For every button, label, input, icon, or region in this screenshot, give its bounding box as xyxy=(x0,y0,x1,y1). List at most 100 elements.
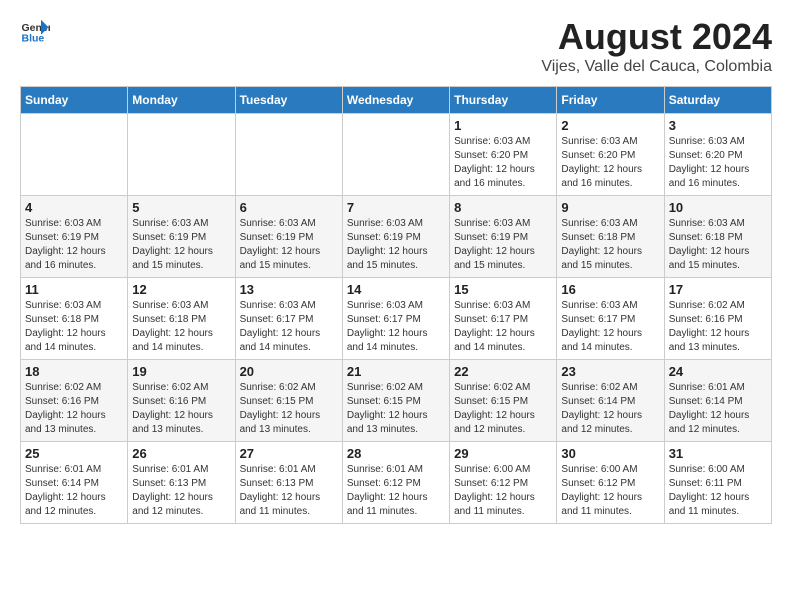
day-number: 17 xyxy=(669,282,767,297)
day-number: 13 xyxy=(240,282,338,297)
page-subtitle: Vijes, Valle del Cauca, Colombia xyxy=(541,58,772,76)
day-number: 12 xyxy=(132,282,230,297)
header-sunday: Sunday xyxy=(21,87,128,114)
day-info: Sunrise: 6:03 AM Sunset: 6:19 PM Dayligh… xyxy=(454,217,552,273)
day-number: 14 xyxy=(347,282,445,297)
calendar-cell: 11 Sunrise: 6:03 AM Sunset: 6:18 PM Dayli… xyxy=(21,278,128,360)
day-number: 22 xyxy=(454,364,552,379)
calendar-cell: 5 Sunrise: 6:03 AM Sunset: 6:19 PM Daylig… xyxy=(128,196,235,278)
day-info: Sunrise: 6:03 AM Sunset: 6:17 PM Dayligh… xyxy=(240,299,338,355)
day-number: 23 xyxy=(561,364,659,379)
day-number: 30 xyxy=(561,446,659,461)
day-number: 27 xyxy=(240,446,338,461)
calendar-cell xyxy=(21,114,128,196)
calendar-cell: 7Sunrise: 6:03 AM Sunset: 6:19 PM Daylig… xyxy=(342,196,449,278)
calendar-week-row: 4 Sunrise: 6:03 AM Sunset: 6:19 PM Daylig… xyxy=(21,196,772,278)
page-title: August 2024 xyxy=(541,16,772,58)
day-info: Sunrise: 6:03 AM Sunset: 6:20 PM Dayligh… xyxy=(669,135,767,191)
day-number: 29 xyxy=(454,446,552,461)
calendar-table: SundayMondayTuesdayWednesdayThursdayFrid… xyxy=(20,86,772,524)
day-info: Sunrise: 6:02 AM Sunset: 6:15 PM Dayligh… xyxy=(347,381,445,437)
calendar-cell: 17 Sunrise: 6:02 AM Sunset: 6:16 PM Dayli… xyxy=(664,278,771,360)
day-info: Sunrise: 6:02 AM Sunset: 6:16 PM Dayligh… xyxy=(669,299,767,355)
day-info: Sunrise: 6:03 AM Sunset: 6:19 PM Dayligh… xyxy=(25,217,123,273)
day-number: 24 xyxy=(669,364,767,379)
calendar-cell: 29 Sunrise: 6:00 AM Sunset: 6:12 PM Dayli… xyxy=(450,442,557,524)
calendar-cell: 31 Sunrise: 6:00 AM Sunset: 6:11 PM Dayli… xyxy=(664,442,771,524)
header-friday: Friday xyxy=(557,87,664,114)
day-info: Sunrise: 6:03 AM Sunset: 6:20 PM Dayligh… xyxy=(561,135,659,191)
header-saturday: Saturday xyxy=(664,87,771,114)
calendar-cell: 23 Sunrise: 6:02 AM Sunset: 6:14 PM Dayli… xyxy=(557,360,664,442)
calendar-week-row: 1 Sunrise: 6:03 AM Sunset: 6:20 PM Daylig… xyxy=(21,114,772,196)
calendar-cell: 1 Sunrise: 6:03 AM Sunset: 6:20 PM Daylig… xyxy=(450,114,557,196)
day-info: Sunrise: 6:03 AM Sunset: 6:17 PM Dayligh… xyxy=(561,299,659,355)
calendar-cell: 4 Sunrise: 6:03 AM Sunset: 6:19 PM Daylig… xyxy=(21,196,128,278)
calendar-cell: 13 Sunrise: 6:03 AM Sunset: 6:17 PM Dayli… xyxy=(235,278,342,360)
calendar-cell: 8 Sunrise: 6:03 AM Sunset: 6:19 PM Daylig… xyxy=(450,196,557,278)
title-area: August 2024 Vijes, Valle del Cauca, Colo… xyxy=(541,16,772,76)
calendar-cell xyxy=(342,114,449,196)
day-number: 1 xyxy=(454,118,552,133)
day-number: 8 xyxy=(454,200,552,215)
calendar-cell xyxy=(235,114,342,196)
day-number: 5 xyxy=(132,200,230,215)
day-number: 18 xyxy=(25,364,123,379)
calendar-week-row: 11 Sunrise: 6:03 AM Sunset: 6:18 PM Dayli… xyxy=(21,278,772,360)
day-number: 4 xyxy=(25,200,123,215)
day-info: Sunrise: 6:03 AM Sunset: 6:18 PM Dayligh… xyxy=(25,299,123,355)
day-info: Sunrise: 6:00 AM Sunset: 6:12 PM Dayligh… xyxy=(454,463,552,519)
header-tuesday: Tuesday xyxy=(235,87,342,114)
header-thursday: Thursday xyxy=(450,87,557,114)
calendar-cell: 6 Sunrise: 6:03 AM Sunset: 6:19 PM Daylig… xyxy=(235,196,342,278)
calendar-cell: 18Sunrise: 6:02 AM Sunset: 6:16 PM Dayli… xyxy=(21,360,128,442)
calendar-cell: 22Sunrise: 6:02 AM Sunset: 6:15 PM Dayli… xyxy=(450,360,557,442)
calendar-cell: 2 Sunrise: 6:03 AM Sunset: 6:20 PM Daylig… xyxy=(557,114,664,196)
calendar-cell: 12Sunrise: 6:03 AM Sunset: 6:18 PM Dayli… xyxy=(128,278,235,360)
day-number: 6 xyxy=(240,200,338,215)
svg-text:Blue: Blue xyxy=(22,33,45,45)
day-number: 9 xyxy=(561,200,659,215)
day-info: Sunrise: 6:03 AM Sunset: 6:19 PM Dayligh… xyxy=(240,217,338,273)
calendar-cell: 26Sunrise: 6:01 AM Sunset: 6:13 PM Dayli… xyxy=(128,442,235,524)
day-info: Sunrise: 6:03 AM Sunset: 6:20 PM Dayligh… xyxy=(454,135,552,191)
day-number: 3 xyxy=(669,118,767,133)
day-info: Sunrise: 6:00 AM Sunset: 6:12 PM Dayligh… xyxy=(561,463,659,519)
day-number: 15 xyxy=(454,282,552,297)
day-info: Sunrise: 6:03 AM Sunset: 6:19 PM Dayligh… xyxy=(132,217,230,273)
day-number: 16 xyxy=(561,282,659,297)
calendar-cell: 30 Sunrise: 6:00 AM Sunset: 6:12 PM Dayli… xyxy=(557,442,664,524)
day-number: 19 xyxy=(132,364,230,379)
day-info: Sunrise: 6:01 AM Sunset: 6:14 PM Dayligh… xyxy=(25,463,123,519)
calendar-cell: 19Sunrise: 6:02 AM Sunset: 6:16 PM Dayli… xyxy=(128,360,235,442)
day-info: Sunrise: 6:02 AM Sunset: 6:15 PM Dayligh… xyxy=(240,381,338,437)
day-number: 26 xyxy=(132,446,230,461)
day-info: Sunrise: 6:03 AM Sunset: 6:17 PM Dayligh… xyxy=(454,299,552,355)
calendar-cell: 14 Sunrise: 6:03 AM Sunset: 6:17 PM Dayli… xyxy=(342,278,449,360)
calendar-week-row: 18Sunrise: 6:02 AM Sunset: 6:16 PM Dayli… xyxy=(21,360,772,442)
header-monday: Monday xyxy=(128,87,235,114)
day-info: Sunrise: 6:00 AM Sunset: 6:11 PM Dayligh… xyxy=(669,463,767,519)
day-number: 11 xyxy=(25,282,123,297)
day-number: 31 xyxy=(669,446,767,461)
day-info: Sunrise: 6:01 AM Sunset: 6:13 PM Dayligh… xyxy=(240,463,338,519)
day-number: 10 xyxy=(669,200,767,215)
calendar-cell: 3 Sunrise: 6:03 AM Sunset: 6:20 PM Daylig… xyxy=(664,114,771,196)
calendar-cell: 10 Sunrise: 6:03 AM Sunset: 6:18 PM Dayli… xyxy=(664,196,771,278)
day-number: 25 xyxy=(25,446,123,461)
day-number: 21 xyxy=(347,364,445,379)
calendar-week-row: 25 Sunrise: 6:01 AM Sunset: 6:14 PM Dayli… xyxy=(21,442,772,524)
day-info: Sunrise: 6:03 AM Sunset: 6:17 PM Dayligh… xyxy=(347,299,445,355)
day-info: Sunrise: 6:03 AM Sunset: 6:18 PM Dayligh… xyxy=(669,217,767,273)
calendar-cell: 16 Sunrise: 6:03 AM Sunset: 6:17 PM Dayli… xyxy=(557,278,664,360)
calendar-cell: 20Sunrise: 6:02 AM Sunset: 6:15 PM Dayli… xyxy=(235,360,342,442)
calendar-header-row: SundayMondayTuesdayWednesdayThursdayFrid… xyxy=(21,87,772,114)
day-number: 2 xyxy=(561,118,659,133)
logo: General Blue xyxy=(20,16,50,46)
calendar-cell xyxy=(128,114,235,196)
calendar-cell: 27 Sunrise: 6:01 AM Sunset: 6:13 PM Dayli… xyxy=(235,442,342,524)
header: General Blue August 2024 Vijes, Valle de… xyxy=(20,16,772,76)
day-info: Sunrise: 6:02 AM Sunset: 6:14 PM Dayligh… xyxy=(561,381,659,437)
day-info: Sunrise: 6:01 AM Sunset: 6:14 PM Dayligh… xyxy=(669,381,767,437)
calendar-cell: 24 Sunrise: 6:01 AM Sunset: 6:14 PM Dayli… xyxy=(664,360,771,442)
